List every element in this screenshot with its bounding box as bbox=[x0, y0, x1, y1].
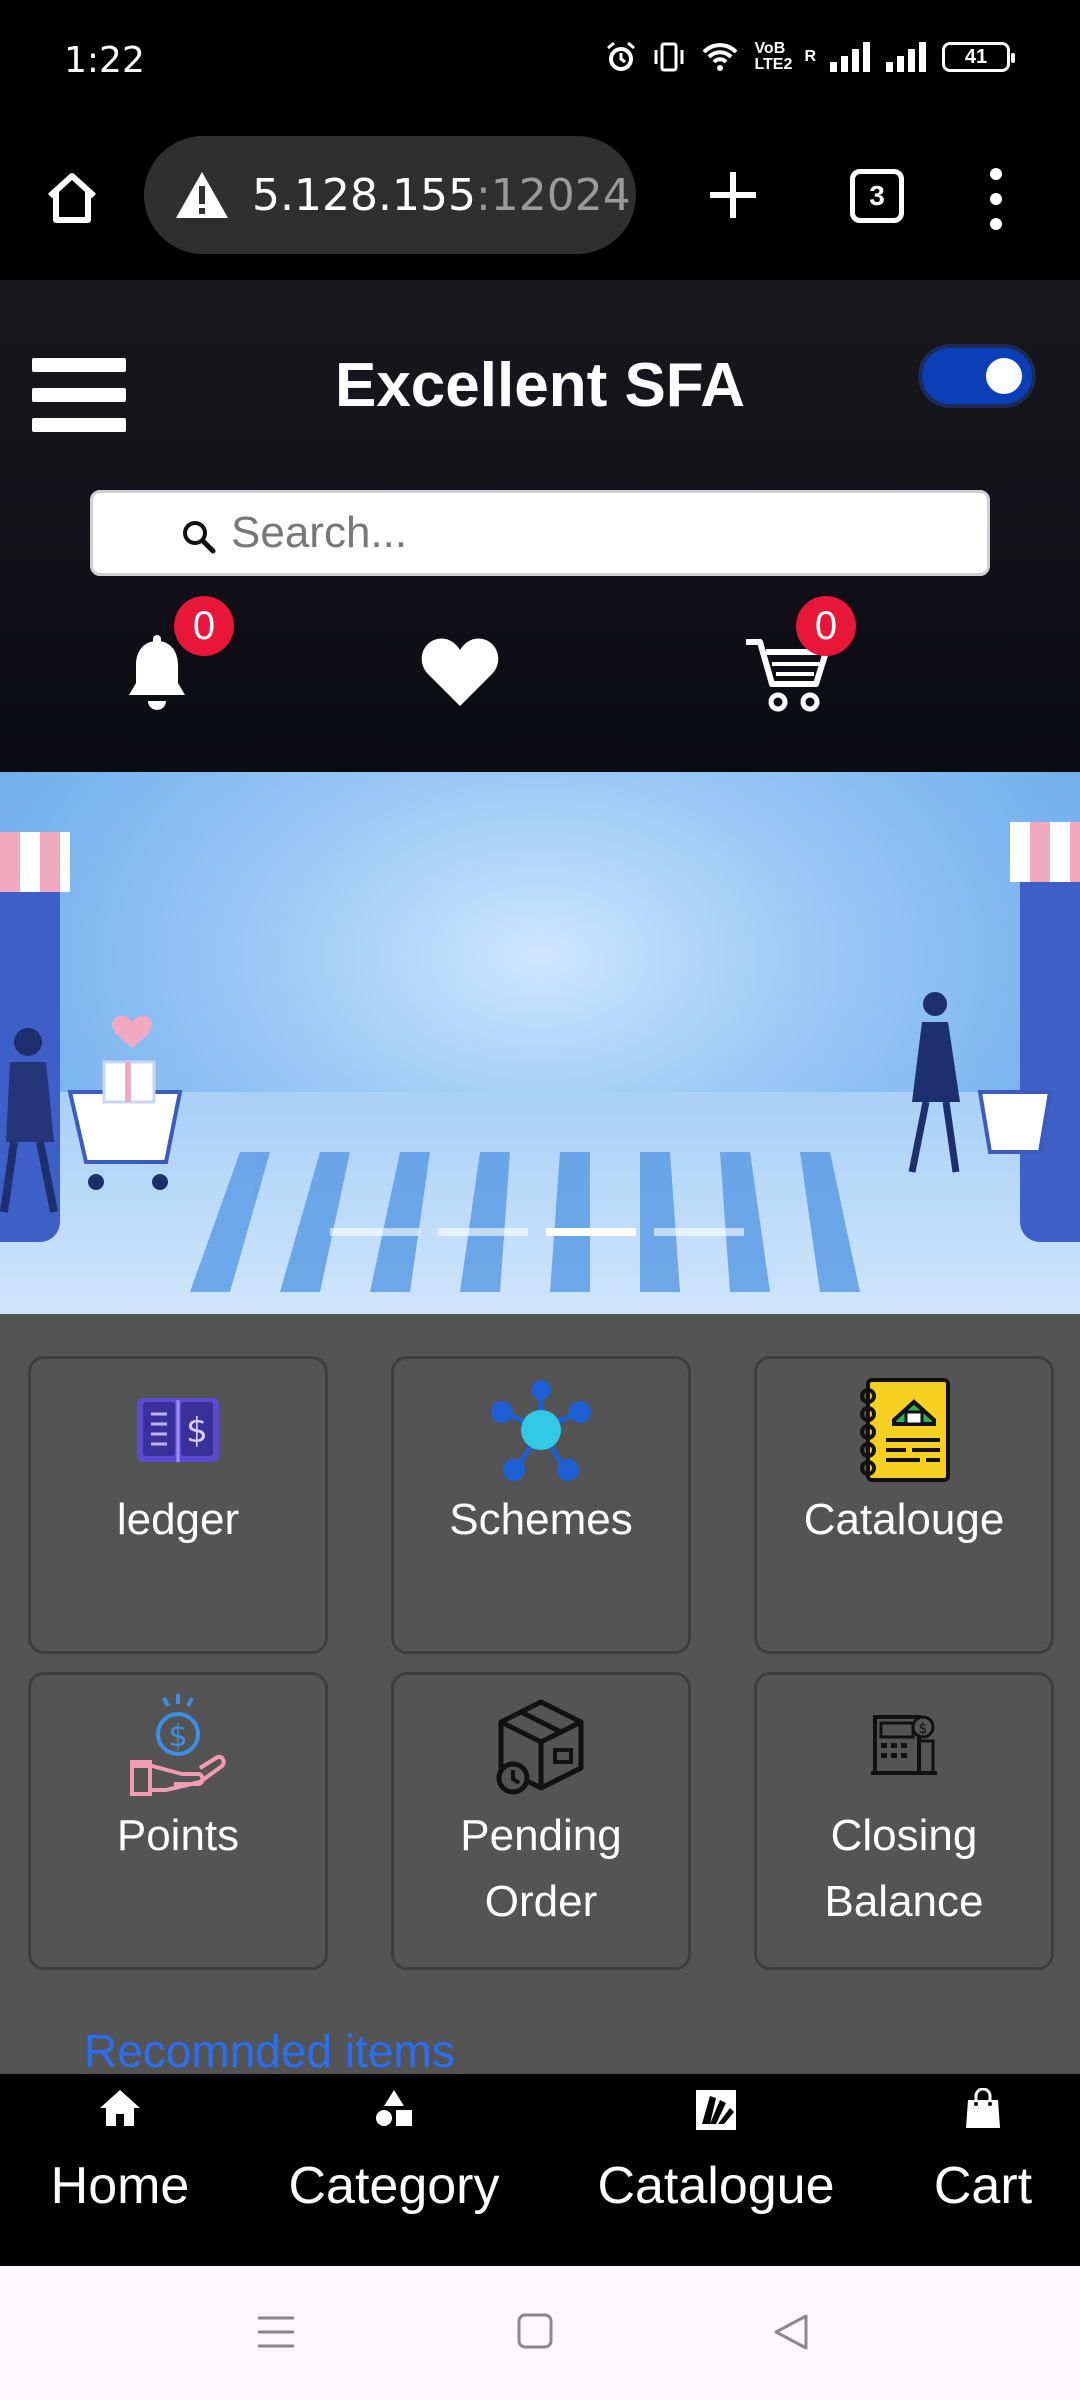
tile-label: Catalouge bbox=[803, 1495, 1005, 1544]
pending-order-box-icon bbox=[496, 1699, 584, 1795]
address-bar[interactable]: 5.128.155:12024 bbox=[144, 136, 636, 254]
search-box[interactable] bbox=[90, 490, 990, 576]
battery-level: 41 bbox=[964, 45, 988, 68]
tile-pending-order[interactable]: Pending Order bbox=[391, 1672, 691, 1970]
app-title: Excellent SFA bbox=[334, 351, 746, 420]
home-icon[interactable] bbox=[42, 168, 102, 228]
cart-count-badge: 0 bbox=[796, 596, 856, 656]
system-navigation-bar bbox=[0, 2266, 1080, 2400]
shopping-bag-icon bbox=[966, 2088, 1000, 2128]
tile-label: Pending Order bbox=[460, 1811, 622, 1926]
signal-icon-2 bbox=[886, 42, 926, 72]
carousel-dot[interactable] bbox=[654, 1228, 744, 1236]
status-icons: VoB LTE2 R 41 bbox=[604, 40, 1015, 74]
status-time: 1:22 bbox=[64, 40, 145, 81]
nav-cart[interactable]: Cart bbox=[906, 2074, 1060, 2266]
toggle-knob bbox=[986, 358, 1022, 394]
theme-toggle[interactable] bbox=[918, 344, 1036, 408]
status-bar: 1:22 VoB LTE2 R 41 bbox=[0, 0, 1080, 124]
tile-points[interactable]: $ Points bbox=[28, 1672, 328, 1970]
alarm-icon bbox=[607, 41, 636, 71]
tile-schemes[interactable]: Schemes bbox=[391, 1356, 691, 1654]
svg-text:$: $ bbox=[168, 1719, 187, 1754]
quick-actions-grid: $ ledger Schemes Catalouge $ Points Pend… bbox=[0, 1314, 1080, 2077]
nav-label: Home bbox=[50, 2157, 190, 2215]
notification-count-badge: 0 bbox=[174, 596, 234, 656]
ledger-book-icon: $ bbox=[137, 1398, 219, 1462]
browser-toolbar: 5.128.155:12024 3 bbox=[0, 124, 1080, 280]
tile-label: Points bbox=[116, 1811, 240, 1860]
category-shapes-icon bbox=[376, 2090, 412, 2126]
recent-apps-icon[interactable] bbox=[256, 2314, 296, 2350]
signal-icon-1 bbox=[830, 42, 870, 72]
wishlist-heart-icon[interactable] bbox=[420, 634, 500, 708]
carousel-indicators bbox=[330, 1228, 744, 1236]
url-host: 5.128.155 bbox=[252, 169, 476, 221]
url-port: :12024 bbox=[475, 169, 631, 221]
network-type-label: VoB LTE2 bbox=[754, 40, 793, 73]
battery-icon: 41 bbox=[942, 42, 1015, 72]
home-square-icon[interactable] bbox=[516, 2312, 554, 2350]
nav-home[interactable]: Home bbox=[20, 2074, 220, 2266]
nav-category[interactable]: Category bbox=[274, 2074, 514, 2266]
new-tab-plus-icon[interactable] bbox=[706, 168, 760, 222]
roaming-label: R bbox=[804, 48, 816, 65]
vibrate-icon bbox=[654, 42, 684, 72]
more-options-icon[interactable] bbox=[984, 164, 1008, 234]
svg-text:$: $ bbox=[186, 1411, 208, 1451]
nav-label: Category bbox=[288, 2157, 500, 2215]
nav-catalogue[interactable]: Catalogue bbox=[584, 2074, 848, 2266]
wifi-icon bbox=[702, 43, 738, 71]
closing-balance-register-icon: $ bbox=[871, 1715, 937, 1775]
warning-icon[interactable] bbox=[174, 170, 230, 220]
nav-label: Cart bbox=[933, 2157, 1033, 2215]
search-input[interactable] bbox=[231, 508, 987, 558]
url-text[interactable]: 5.128.155:12024 bbox=[252, 170, 631, 221]
recommended-items-heading[interactable]: Recomnded items bbox=[84, 2024, 455, 2078]
home-icon bbox=[100, 2090, 140, 2126]
bottom-navigation: Home Category Catalogue Cart bbox=[0, 2074, 1080, 2266]
tile-ledger[interactable]: $ ledger bbox=[28, 1356, 328, 1654]
catalogue-notebook-icon bbox=[860, 1378, 950, 1482]
carousel-dot[interactable] bbox=[330, 1228, 420, 1236]
carousel-dot[interactable] bbox=[438, 1228, 528, 1236]
back-triangle-icon[interactable] bbox=[772, 2312, 810, 2352]
points-hand-coin-icon: $ bbox=[130, 1694, 226, 1796]
svg-text:$: $ bbox=[919, 1721, 928, 1737]
notification-bell-icon[interactable] bbox=[124, 635, 190, 713]
promo-banner-carousel[interactable] bbox=[0, 772, 1080, 1314]
nav-label: Catalogue bbox=[597, 2157, 835, 2215]
tile-closing-balance[interactable]: $ Closing Balance bbox=[754, 1672, 1054, 1970]
tile-catalouge[interactable]: Catalouge bbox=[754, 1356, 1054, 1654]
app-header: Excellent SFA 0 0 bbox=[0, 280, 1080, 772]
tile-label: Schemes bbox=[449, 1495, 633, 1544]
schemes-network-icon bbox=[491, 1380, 591, 1481]
search-icon bbox=[183, 521, 216, 554]
tab-switcher-button[interactable]: 3 bbox=[850, 169, 904, 223]
tile-label: ledger bbox=[116, 1495, 240, 1544]
tile-label: Closing Balance bbox=[824, 1811, 984, 1926]
catalogue-icon bbox=[696, 2090, 736, 2130]
carousel-dot-active[interactable] bbox=[546, 1228, 636, 1236]
